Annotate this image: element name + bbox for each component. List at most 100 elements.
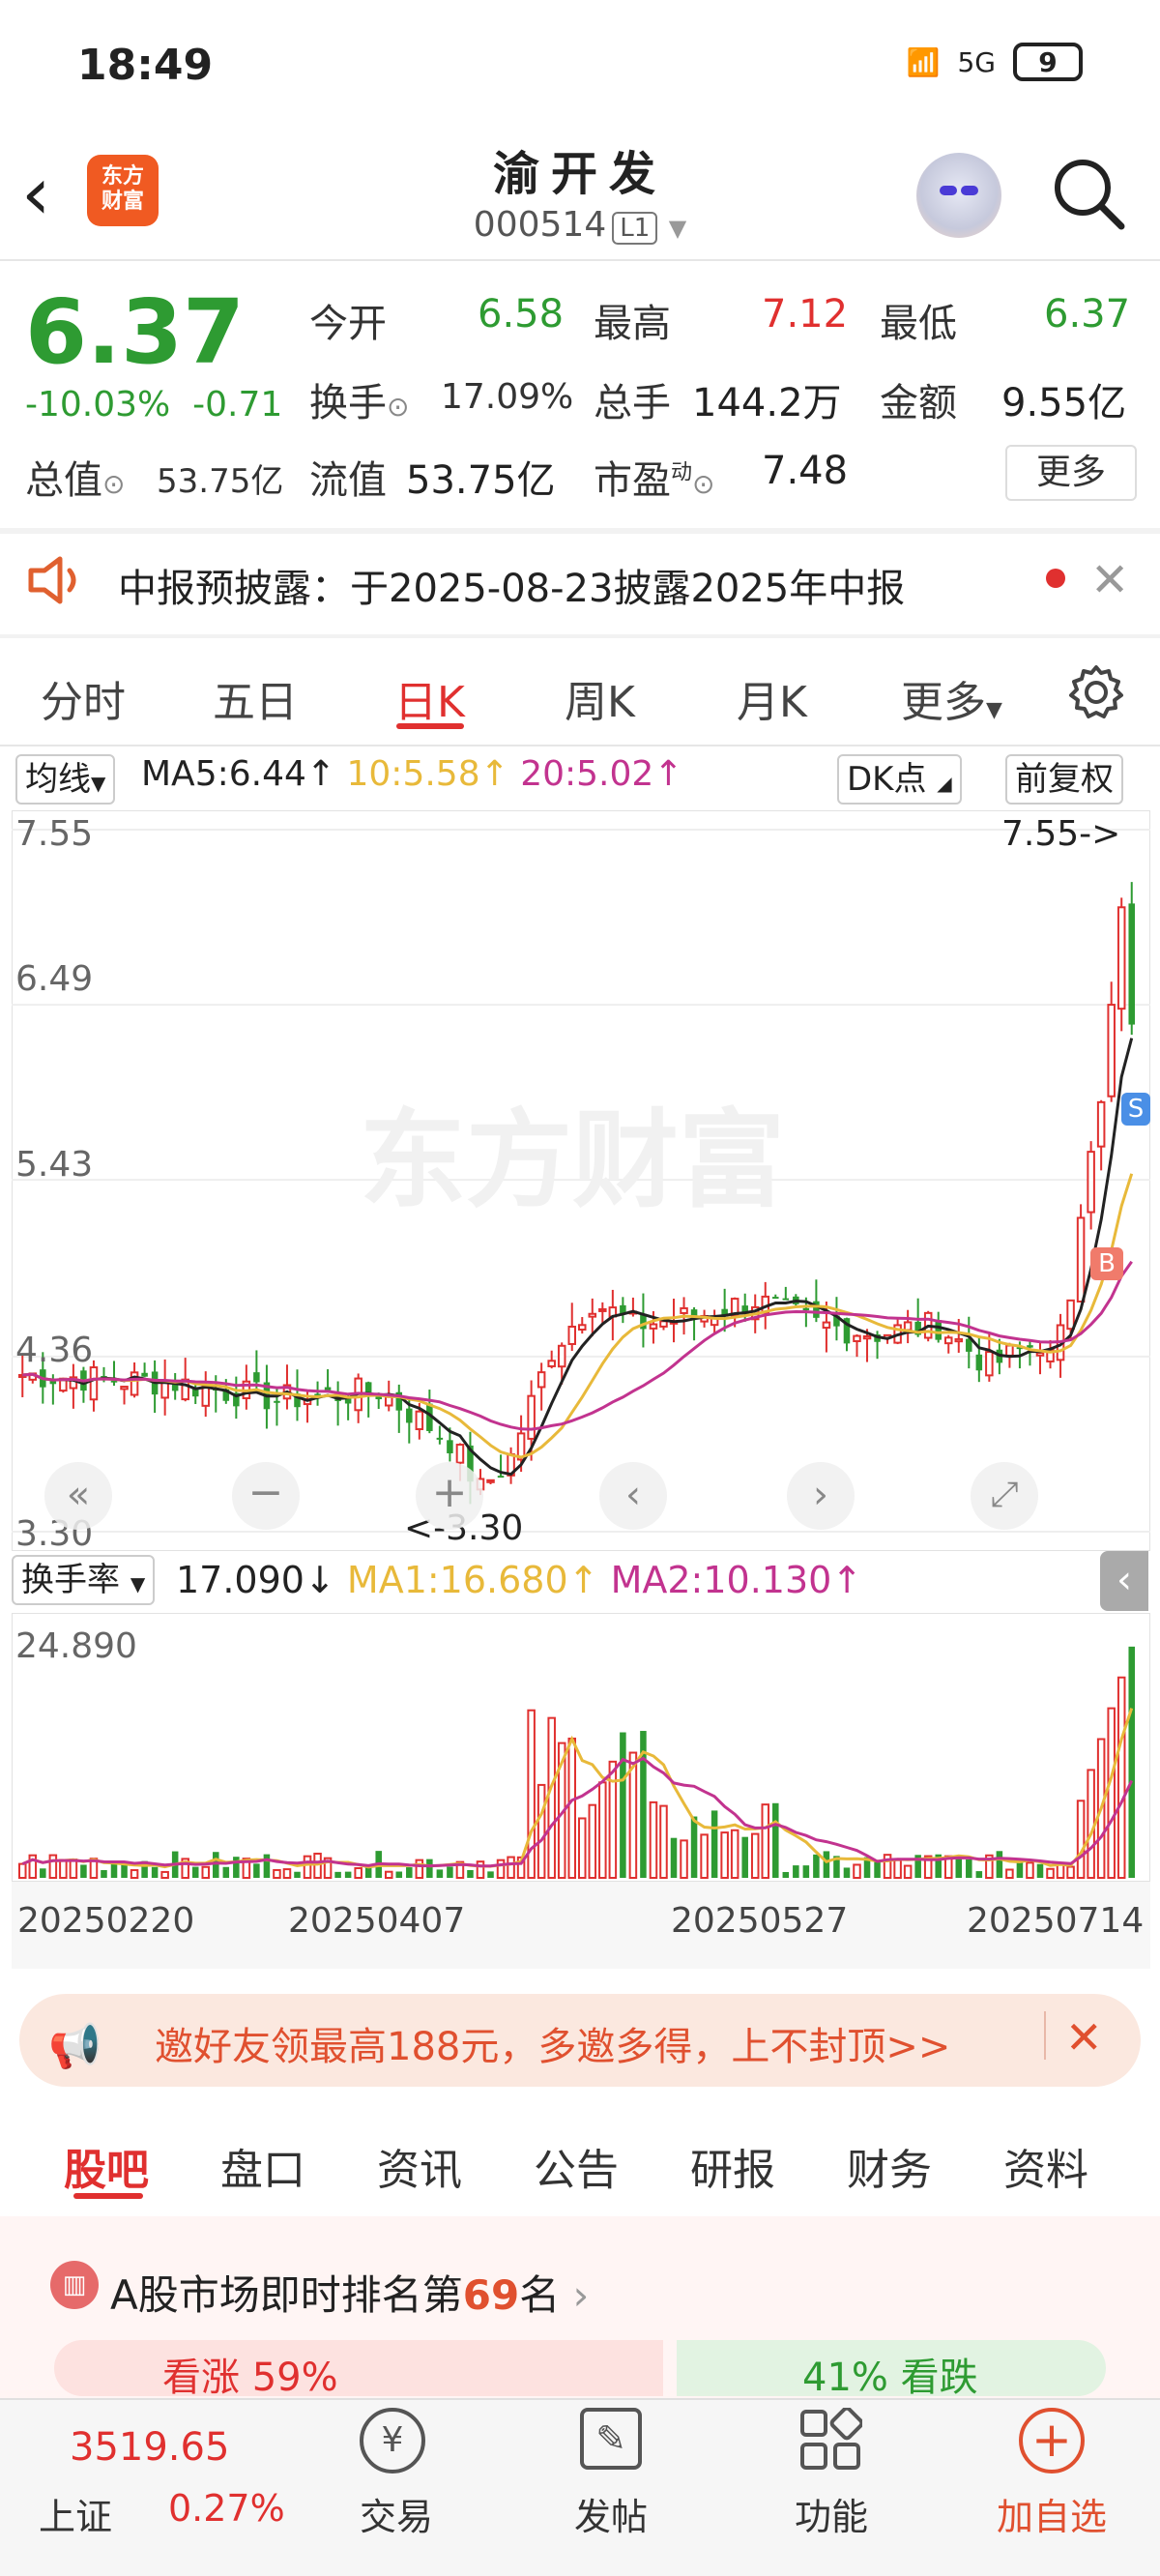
turnover-bar xyxy=(406,1867,413,1878)
turnover-bar xyxy=(476,1860,485,1880)
turnover-bar xyxy=(680,1839,688,1879)
search-icon[interactable] xyxy=(1050,155,1127,232)
date-tick-1: 20250220 xyxy=(17,1901,195,1941)
turnover-bar xyxy=(720,1831,729,1880)
candle-body xyxy=(160,1381,169,1399)
turnover-bar xyxy=(436,1869,444,1878)
tab-profile[interactable]: 资料 xyxy=(1003,2135,1088,2197)
float-value: 53.75亿 xyxy=(406,458,556,503)
tab-five-day[interactable]: 五日 xyxy=(213,667,298,729)
indicator-select[interactable]: 均线▼ xyxy=(15,754,116,805)
more-button[interactable]: 更多 xyxy=(1005,445,1137,501)
step-right-icon[interactable]: › xyxy=(787,1462,855,1530)
candle-body xyxy=(415,1410,424,1431)
open-label: 今开 xyxy=(309,302,387,346)
post-edit-icon[interactable]: ✎ xyxy=(580,2408,642,2470)
tab-finance[interactable]: 财务 xyxy=(847,2135,932,2197)
turnover-bar xyxy=(1116,1676,1126,1879)
ma5-value: MA5:6.44↑ xyxy=(141,754,336,794)
tab-news[interactable]: 资讯 xyxy=(377,2135,462,2197)
candle-body xyxy=(486,1478,495,1483)
notice-divider xyxy=(0,634,1160,638)
turnover-bar xyxy=(772,1802,779,1878)
turnover-bar xyxy=(121,1863,128,1878)
turnover-bar xyxy=(384,1870,393,1879)
settings-gear-icon[interactable] xyxy=(1067,663,1125,721)
tab-research[interactable]: 研报 xyxy=(690,2135,775,2197)
turnover-bar xyxy=(1056,1863,1065,1880)
notice-text[interactable]: 中报预披露：于2025-08-23披露2025年中报 xyxy=(118,557,905,613)
candle-body xyxy=(547,1360,556,1367)
turnover-bar xyxy=(273,1868,281,1879)
rank-title[interactable]: A股市场即时排名第69名 › xyxy=(110,2263,589,2322)
tab-weekly-k[interactable]: 周K xyxy=(565,667,635,729)
turnover-bar xyxy=(578,1817,587,1879)
candle-body xyxy=(578,1324,587,1332)
status-time: 18:49 xyxy=(77,41,214,90)
index-name[interactable]: 上证 xyxy=(39,2487,112,2540)
trade-label[interactable]: 交易 xyxy=(319,2487,474,2540)
date-tick-2: 20250407 xyxy=(288,1901,466,1941)
turnover-bar xyxy=(567,1737,576,1879)
turnover-bar xyxy=(233,1857,240,1878)
turnover-bar xyxy=(467,1869,474,1878)
candle-body xyxy=(567,1325,576,1345)
adjust-select[interactable]: 前复权 xyxy=(1005,754,1123,805)
candle-body xyxy=(1087,1151,1095,1214)
post-label[interactable]: 发帖 xyxy=(534,2487,688,2540)
fall-label: 41% 看跌 xyxy=(802,2356,978,2400)
tab-orderbook[interactable]: 盘口 xyxy=(220,2135,305,2197)
battery-icon: 9 xyxy=(1013,43,1083,81)
sell-signal-icon[interactable]: S xyxy=(1121,1093,1150,1126)
wifi-icon: 📶 xyxy=(906,45,941,78)
turnover-bar xyxy=(1016,1861,1024,1878)
volume-chart[interactable] xyxy=(12,1613,1150,1882)
rise-bar[interactable]: 看涨 59% xyxy=(54,2340,663,2400)
turnover-bar xyxy=(294,1871,301,1878)
change-pct: -10.03% xyxy=(25,385,171,424)
pe-label: 市盈动⊙ xyxy=(594,458,715,503)
volume-legend: 17.090↓ MA1:16.680↑ MA2:10.130↑ xyxy=(176,1559,862,1601)
turnover-bar xyxy=(1036,1863,1044,1878)
turnover-bar xyxy=(496,1859,506,1879)
scroll-left-icon[interactable]: « xyxy=(44,1462,112,1530)
turnover-bar xyxy=(222,1866,230,1878)
trade-icon[interactable]: ¥ xyxy=(360,2408,425,2474)
tab-daily-k[interactable]: 日K xyxy=(394,667,465,729)
tab-announcements[interactable]: 公告 xyxy=(534,2135,619,2197)
functions-grid-icon[interactable] xyxy=(798,2408,862,2472)
index-value[interactable]: 3519.65 xyxy=(70,2425,229,2470)
functions-label[interactable]: 功能 xyxy=(754,2487,909,2540)
tab-monthly-k[interactable]: 月K xyxy=(737,667,807,729)
invite-text[interactable]: 邀好友领最高188元，多邀多得，上不封顶>> xyxy=(155,2015,950,2071)
tab-more[interactable]: 更多▼ xyxy=(901,667,1002,729)
y-tick-4: 4.36 xyxy=(15,1331,94,1370)
fullscreen-icon[interactable]: ⤢ xyxy=(971,1462,1038,1530)
turnover-bar xyxy=(69,1859,78,1880)
tab-intraday[interactable]: 分时 xyxy=(41,667,126,729)
add-watchlist-icon[interactable]: + xyxy=(1019,2408,1085,2474)
index-change[interactable]: 0.27% xyxy=(168,2487,285,2530)
close-notice-icon[interactable]: ✕ xyxy=(1090,553,1129,607)
zoom-out-icon[interactable]: − xyxy=(232,1462,300,1530)
turnover-bar xyxy=(690,1816,698,1878)
kline-chart[interactable]: 东方财富 xyxy=(12,810,1150,1551)
turnover-bar xyxy=(1005,1868,1014,1880)
candle-body xyxy=(1035,1352,1045,1357)
step-left-icon[interactable]: ‹ xyxy=(599,1462,667,1530)
fall-bar[interactable]: 41% 看跌 xyxy=(677,2340,1106,2400)
candle-body xyxy=(1096,1100,1106,1148)
robot-assistant-icon[interactable] xyxy=(916,153,1001,238)
volume-indicator-select[interactable]: 换手率 ▼ xyxy=(12,1555,156,1605)
turnover-bar xyxy=(18,1862,27,1879)
buy-signal-icon[interactable]: B xyxy=(1090,1247,1123,1280)
turnover-bar xyxy=(1046,1867,1055,1879)
close-invite-icon[interactable]: ✕ xyxy=(1065,2011,1103,2064)
turnover-bar xyxy=(59,1859,68,1879)
dk-point-select[interactable]: DK点 ◢ xyxy=(837,754,962,805)
rank-chart-icon: ▥ xyxy=(50,2261,99,2309)
collapse-panel-icon[interactable]: ‹ xyxy=(1100,1551,1148,1611)
zoom-in-icon[interactable]: + xyxy=(416,1462,483,1530)
add-watchlist-label[interactable]: 加自选 xyxy=(974,2487,1129,2540)
tab-guba[interactable]: 股吧 xyxy=(64,2135,149,2197)
